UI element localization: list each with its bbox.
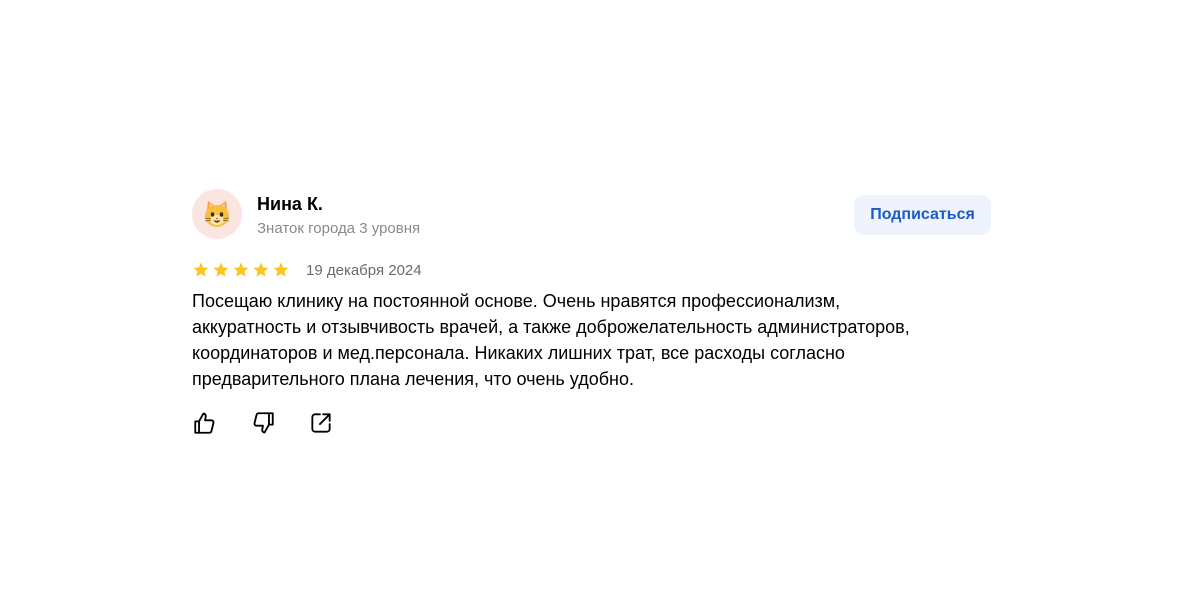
review-header: Нина К. Знаток города 3 уровня Подписать… bbox=[192, 189, 992, 241]
subscribe-button[interactable]: Подписаться bbox=[854, 195, 991, 235]
share-icon bbox=[311, 413, 331, 433]
review-card: Нина К. Знаток города 3 уровня Подписать… bbox=[192, 189, 992, 436]
author-name[interactable]: Нина К. bbox=[257, 193, 323, 215]
dislike-button[interactable] bbox=[250, 410, 276, 436]
star-icon bbox=[193, 262, 209, 277]
author-level: Знаток города 3 уровня bbox=[257, 220, 421, 237]
review-text: Посещаю клинику на постоянной основе. Оч… bbox=[192, 291, 910, 389]
star-icon bbox=[253, 262, 269, 277]
share-button[interactable] bbox=[308, 410, 334, 436]
avatar[interactable] bbox=[192, 189, 242, 239]
star-icon bbox=[213, 262, 229, 277]
rating-stars bbox=[192, 261, 290, 279]
review-date: 19 декабря 2024 bbox=[306, 261, 422, 279]
review-actions bbox=[192, 410, 992, 436]
review-meta: 19 декабря 2024 bbox=[192, 259, 992, 281]
thumbs-down-icon bbox=[253, 412, 274, 434]
star-icon bbox=[273, 262, 289, 277]
star-icon bbox=[233, 262, 249, 277]
thumbs-up-icon bbox=[194, 412, 215, 434]
like-button[interactable] bbox=[192, 410, 218, 436]
cat-face-icon bbox=[204, 201, 230, 227]
